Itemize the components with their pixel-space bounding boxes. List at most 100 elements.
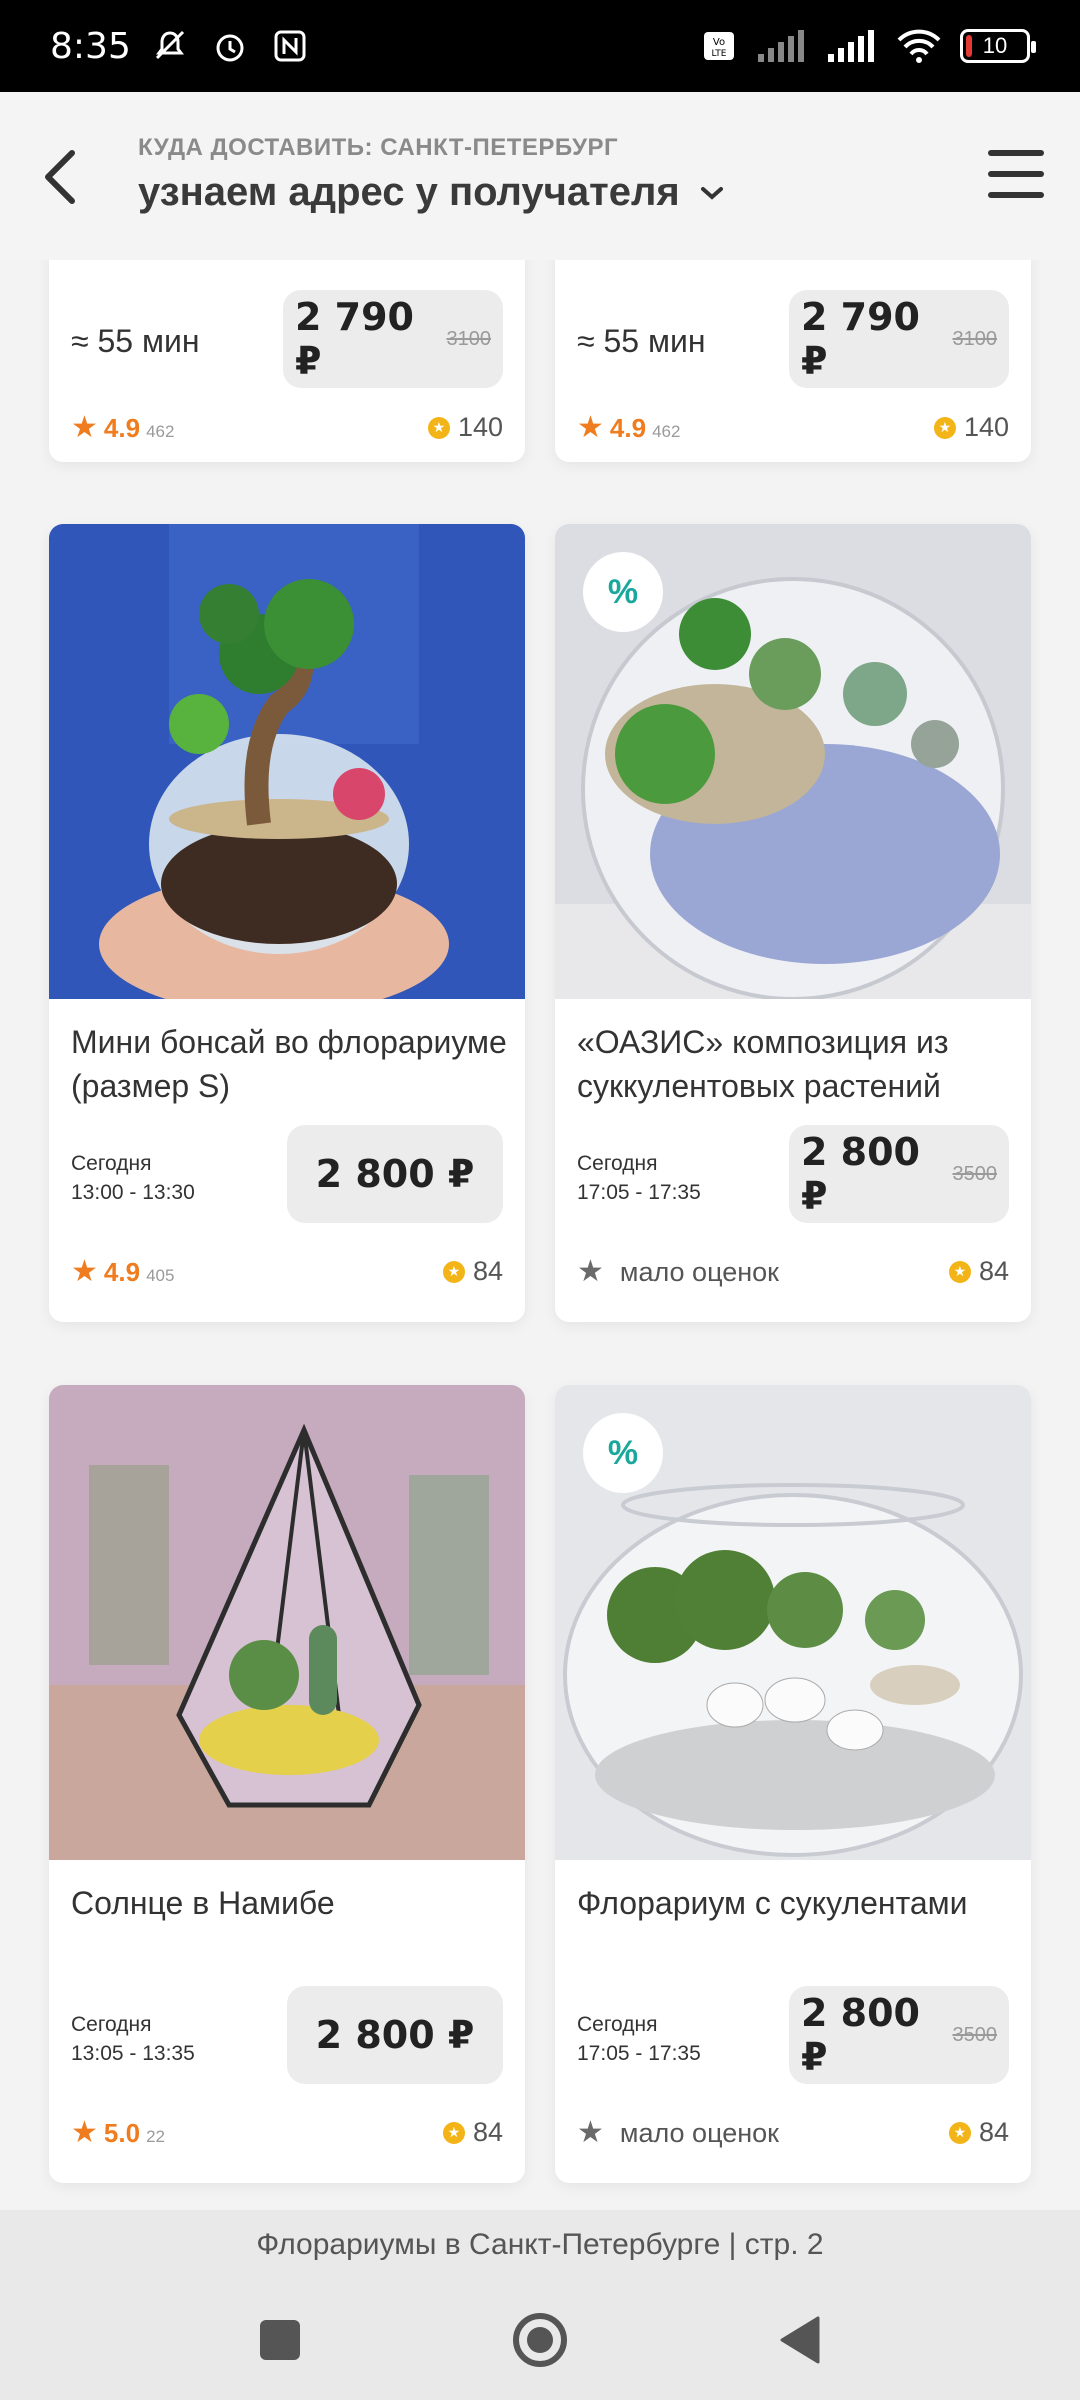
square-icon [260,2320,300,2360]
app-header: КУДА ДОСТАВИТЬ: САНКТ-ПЕТЕРБУРГ узнаем а… [0,92,1080,260]
rating-count: 405 [146,1266,175,1285]
bonus-value: 84 [472,2117,503,2147]
address-selector[interactable]: узнаем адрес у получателя [138,170,724,215]
rating: ★ 4.9 462 [577,410,680,445]
alarm-icon [211,27,249,65]
battery-level: 10 [982,33,1008,58]
product-card[interactable]: ≈ 55 мин 2 790 ₽ 3100 ★ 4.9 462 ★ 140 [555,260,1031,462]
mute-icon [151,27,189,65]
rating: ★ 4.9 405 [71,1254,174,1289]
rating-score: 5.0 [103,2118,141,2148]
product-grid: ≈ 55 мин 2 790 ₽ 3100 ★ 4.9 462 ★ 140 ≈ … [0,260,1080,2210]
product-photo: % [555,1385,1031,1860]
product-card[interactable]: Мини бонсай во флорариуме (размер S) Сег… [49,524,525,1322]
rating-count: 462 [652,422,681,441]
star-icon: ★ [577,1255,604,1288]
delivery-time: 17:05 - 17:35 [577,1181,701,1204]
star-icon: ★ [577,411,604,444]
signal-icon [756,27,808,65]
bonus-value: 84 [978,1256,1009,1286]
back-arrow-icon [45,150,75,204]
rating-count: 22 [146,2127,165,2146]
product-card[interactable]: % «ОАЗИС» композиция из суккулентовых ра… [555,524,1031,1322]
delivery-window: Сегодня 13:00 - 13:30 [71,1149,195,1207]
system-nav-bar [0,2280,1080,2400]
price-tag: 2 800 ₽ 3500 [789,1125,1009,1223]
nfc-icon [271,27,309,65]
product-card[interactable]: % Флорариум с сукулентами Сегодня 17:05 … [555,1385,1031,2183]
screen: 8:35 Vo LTE 10 КУДА ДОСТАВИТЬ: САНКТ-ПЕТ… [0,0,1080,2400]
few-ratings-label: мало оценок [619,1257,779,1287]
rating: ★ мало оценок [577,1254,779,1289]
svg-text:Vo: Vo [713,37,725,48]
battery-icon: 10 [960,29,1036,63]
product-title: Солнце в Намибе [71,1885,335,1921]
product-title: Мини бонсай во флорариуме (размер S) [71,1024,507,1104]
price-tag: 2 800 ₽ [287,1986,503,2084]
product-photo [49,1385,525,1860]
rating: ★ мало оценок [577,2115,779,2150]
coin-icon: ★ [427,416,450,439]
coin-icon: ★ [948,1260,971,1283]
svg-text:LTE: LTE [712,49,727,59]
price-value: 2 800 ₽ [315,1152,475,1196]
product-title: «ОАЗИС» композиция из суккулентовых раст… [577,1024,949,1104]
product-photo: % [555,524,1031,999]
delivery-eta: ≈ 55 мин [577,323,706,359]
bonus-points: ★ 84 [442,1256,503,1287]
delivery-time: 13:00 - 13:30 [71,1181,195,1204]
rating-score: 4.9 [103,413,141,443]
sale-badge: % [583,552,663,632]
wifi-icon [896,27,942,65]
star-icon: ★ [71,2116,98,2149]
recents-button[interactable] [250,2310,310,2370]
menu-icon-bar [988,150,1044,156]
system-back-button[interactable] [770,2310,830,2370]
delivery-eta: ≈ 55 мин [71,323,200,359]
delivery-city-caption: КУДА ДОСТАВИТЬ: САНКТ-ПЕТЕРБУРГ [138,134,619,161]
status-time: 8:35 [50,25,131,67]
product-card[interactable]: Солнце в Намибе Сегодня 13:05 - 13:35 2 … [49,1385,525,2183]
delivery-day: Сегодня [71,1152,152,1175]
coin-icon: ★ [442,1260,465,1283]
price-tag: 2 790 ₽ 3100 [789,290,1009,388]
price-tag: 2 790 ₽ 3100 [283,290,503,388]
status-bar: 8:35 Vo LTE 10 [0,0,1080,92]
delivery-window: Сегодня 17:05 - 17:35 [577,2010,701,2068]
old-price: 3100 [952,327,998,350]
product-card[interactable]: ≈ 55 мин 2 790 ₽ 3100 ★ 4.9 462 ★ 140 [49,260,525,462]
menu-icon-bar [988,192,1044,198]
rating: ★ 4.9 462 [71,410,174,445]
home-button[interactable] [510,2310,570,2370]
old-price: 3500 [952,2023,998,2046]
bonus-value: 140 [963,412,1009,442]
price-value: 2 790 ₽ [295,295,414,383]
rating-score: 4.9 [609,413,647,443]
delivery-time: 17:05 - 17:35 [577,2042,701,2065]
price-value: 2 800 ₽ [801,1130,920,1218]
menu-icon-bar [988,171,1044,177]
sale-badge: % [583,1413,663,1493]
price-value: 2 790 ₽ [801,295,920,383]
delivery-window: Сегодня 13:05 - 13:35 [71,2010,195,2068]
bonus-value: 84 [472,1256,503,1286]
product-photo [49,524,525,999]
star-icon: ★ [577,2116,604,2149]
menu-button[interactable] [986,144,1046,204]
few-ratings-label: мало оценок [619,2118,779,2148]
address-text: узнаем адрес у получателя [138,170,680,214]
delivery-day: Сегодня [577,1152,658,1175]
page-footer: Флорариумы в Санкт-Петербурге | стр. 2 [0,2210,1080,2280]
old-price: 3100 [446,327,492,350]
rating-count: 462 [146,422,175,441]
back-button[interactable] [30,142,90,212]
bonus-value: 84 [978,2117,1009,2147]
home-circle-icon [513,2313,567,2367]
old-price: 3500 [952,1162,998,1185]
star-icon: ★ [71,1255,98,1288]
product-title: Флорариум с сукулентами [577,1885,968,1921]
delivery-window: Сегодня 17:05 - 17:35 [577,1149,701,1207]
delivery-day: Сегодня [577,2013,658,2036]
bonus-points: ★ 84 [442,2117,503,2148]
bonus-points: ★ 84 [948,2117,1009,2148]
